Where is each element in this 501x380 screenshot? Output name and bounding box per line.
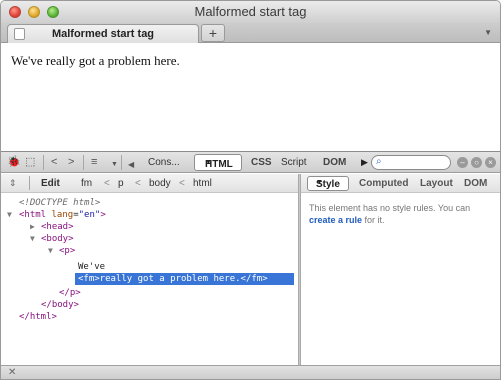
expand-triangle-icon[interactable]: ▼	[7, 210, 12, 219]
no-style-message: This element has no style rules. You can…	[309, 202, 497, 226]
tab-style-arrow-icon: ▼	[316, 179, 323, 186]
tab-overflow-icon[interactable]: ▼	[484, 28, 492, 37]
breadcrumb-item-fm[interactable]: fm	[81, 178, 92, 189]
title-bar: Malformed start tag	[1, 1, 500, 23]
no-style-message-end: for it.	[362, 215, 385, 225]
toolbar-divider	[121, 155, 122, 170]
breadcrumb: ⇕ Edit fm < p < body < html	[1, 174, 298, 193]
create-rule-link[interactable]: create a rule	[309, 215, 362, 225]
new-tab-button[interactable]: +	[201, 24, 225, 42]
breadcrumb-item-body[interactable]: body	[149, 178, 171, 189]
toolbar-divider	[29, 176, 30, 190]
search-input[interactable]: ⌕	[371, 155, 451, 170]
html-open-tag: <html	[19, 210, 47, 220]
breadcrumb-separator: <	[135, 178, 141, 189]
tab-html[interactable]: HTML ▼	[194, 154, 242, 171]
inspector-toolbar: 🐞 ⬚ < > ≡ ▼ ◀ Cons... HTML ▼ CSS Script …	[1, 151, 500, 173]
zoom-window-button[interactable]	[47, 6, 59, 18]
tab-console[interactable]: Cons...	[148, 156, 180, 169]
tab-html-arrow-icon: ▼	[205, 159, 212, 166]
body-node[interactable]: <body>	[41, 233, 74, 245]
toolbar-divider	[83, 155, 84, 170]
firebug-icon[interactable]: 🐞	[7, 156, 21, 169]
breadcrumb-separator: <	[104, 178, 110, 189]
tab-dom[interactable]: DOM	[323, 156, 346, 169]
breadcrumb-separator: <	[179, 178, 185, 189]
search-icon: ⌕	[376, 156, 382, 167]
expand-triangle-icon[interactable]: ▼	[30, 234, 35, 243]
breadcrumb-item-html[interactable]: html	[193, 178, 212, 189]
style-panel: This element has no style rules. You can…	[301, 193, 500, 365]
minimize-window-button[interactable]	[28, 6, 40, 18]
head-node[interactable]: <head>	[41, 221, 74, 233]
status-bar: ✕	[1, 365, 500, 379]
html-node[interactable]: <html lang="en">	[19, 209, 106, 221]
menu-lines-icon[interactable]: ≡	[91, 156, 97, 169]
play-icon[interactable]: ▶	[361, 157, 368, 168]
doctype-node[interactable]: <!DOCTYPE html>	[19, 197, 100, 209]
detach-panel-icon[interactable]: ○	[471, 157, 482, 168]
selected-fm-node[interactable]: <fm>really got a problem here.</fm>	[75, 273, 294, 285]
tab-css[interactable]: CSS	[251, 156, 272, 169]
html-attr-value: "en"	[78, 210, 101, 220]
browser-tab[interactable]: Malformed start tag	[7, 24, 199, 43]
text-node[interactable]: We've	[78, 261, 105, 273]
back-arrow-icon[interactable]: <	[51, 156, 57, 169]
html-close-node[interactable]: </html>	[19, 311, 57, 323]
close-bar-icon[interactable]: ✕	[8, 367, 16, 378]
p-close-node[interactable]: </p>	[59, 287, 81, 299]
left-caret-icon[interactable]: ◀	[128, 158, 134, 171]
forward-arrow-icon[interactable]: >	[68, 156, 74, 169]
layout-icon[interactable]: ⇕	[9, 178, 17, 189]
tab-script[interactable]: Script	[281, 156, 307, 169]
tab-bar: Malformed start tag + ▼	[1, 23, 500, 43]
html-open-close: >	[100, 210, 106, 220]
tab-title: Malformed start tag	[51, 28, 155, 40]
collapse-triangle-icon[interactable]: ▶	[30, 222, 35, 231]
dropdown-arrow-icon[interactable]: ▼	[111, 158, 118, 171]
p-node[interactable]: <p>	[59, 245, 75, 257]
close-panel-icon[interactable]: ×	[485, 157, 496, 168]
style-panel-tabs: Style ▼ Computed Layout DOM	[301, 174, 500, 193]
dom-tree: <!DOCTYPE html> ▼ <html lang="en"> ▶ <he…	[1, 193, 298, 365]
html-attr-name: lang	[51, 210, 74, 220]
page-viewport: We've really got a problem here.	[1, 44, 500, 151]
tab-layout[interactable]: Layout	[420, 178, 453, 189]
breadcrumb-item-p[interactable]: p	[118, 178, 124, 189]
inspect-element-icon[interactable]: ⬚	[25, 156, 35, 169]
expand-triangle-icon[interactable]: ▼	[48, 246, 53, 255]
tab-style[interactable]: Style ▼	[307, 176, 349, 191]
page-text: We've really got a problem here.	[11, 53, 180, 68]
no-style-message-text: This element has no style rules. You can	[309, 203, 471, 213]
toolbar-divider	[43, 155, 44, 170]
window-title: Malformed start tag	[194, 4, 307, 19]
minimize-panel-icon[interactable]: –	[457, 157, 468, 168]
selected-fm-text: <fm>really got a problem here.</fm>	[78, 274, 268, 284]
close-window-button[interactable]	[9, 6, 21, 18]
browser-window: Malformed start tag Malformed start tag …	[0, 0, 501, 380]
edit-button[interactable]: Edit	[41, 178, 60, 189]
tab-dom-side[interactable]: DOM	[464, 178, 487, 189]
body-close-node[interactable]: </body>	[41, 299, 79, 311]
tab-computed[interactable]: Computed	[359, 178, 408, 189]
